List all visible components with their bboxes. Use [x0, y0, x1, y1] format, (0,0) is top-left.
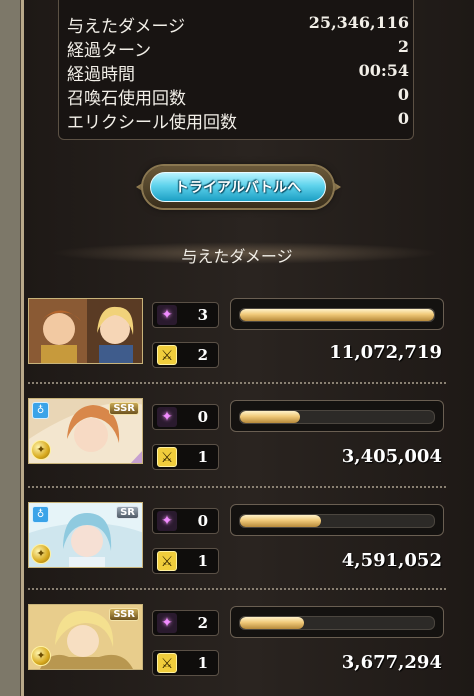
rarity-badge: SSR	[109, 402, 139, 415]
character-portrait: ♁ SR ✦	[28, 502, 143, 568]
stat-value: 2	[397, 37, 409, 56]
row-divider	[28, 588, 446, 590]
skill-sword-icon: ⚔	[157, 447, 177, 467]
coin-icon: ✦	[31, 440, 51, 460]
stat-label: エリクシール使用回数	[67, 113, 237, 133]
ougi-count-value: 0	[197, 408, 208, 426]
trial-battle-button-label: トライアルバトルへ	[150, 172, 326, 202]
stat-label: 経過ターン	[67, 41, 152, 61]
damage-bar	[230, 298, 444, 330]
water-element-icon: ♁	[32, 506, 49, 523]
coin-icon: ✦	[31, 646, 51, 666]
skill-count: ⚔ 1	[152, 444, 219, 470]
ougi-count: ✦ 0	[152, 508, 219, 534]
character-row: ♁ SR ✦ ✦ 0 ⚔ 1 4,591,052	[28, 502, 446, 590]
ougi-count-value: 0	[197, 512, 208, 530]
character-row: SSR ✦ ✦ 2 ⚔ 1 3,677,294	[28, 604, 446, 692]
ougi-star-icon: ✦	[157, 511, 177, 531]
stat-row-damage: 与えたダメージ 25,346,116	[67, 12, 409, 37]
character-damage: 3,405,004	[341, 446, 442, 467]
ougi-star-icon: ✦	[157, 613, 177, 633]
ougi-count-value: 2	[197, 614, 208, 632]
damage-bar-fill	[240, 411, 300, 423]
stat-label: 召喚石使用回数	[67, 89, 186, 109]
damage-bar-fill	[240, 309, 434, 321]
stat-row-elixir-uses: エリクシール使用回数 0	[67, 108, 409, 133]
coin-icon: ✦	[31, 544, 51, 564]
damage-bar	[230, 400, 444, 432]
character-row: ✦ 3 ⚔ 2 11,072,719	[28, 298, 446, 386]
stat-value: 0	[397, 109, 409, 128]
damage-bar	[230, 504, 444, 536]
character-portrait: ♁ SSR ✦	[28, 398, 143, 464]
damage-section-title: 与えたダメージ	[181, 247, 293, 266]
row-divider	[28, 486, 446, 488]
character-damage: 3,677,294	[341, 652, 442, 673]
skill-count: ⚔ 1	[152, 548, 219, 574]
ougi-count: ✦ 0	[152, 404, 219, 430]
ougi-star-icon: ✦	[157, 407, 177, 427]
damage-bar	[230, 606, 444, 638]
stat-value: 00:54	[358, 61, 409, 80]
skill-sword-icon: ⚔	[157, 551, 177, 571]
character-portrait	[28, 298, 143, 364]
water-element-icon: ♁	[32, 402, 49, 419]
row-divider	[28, 382, 446, 384]
stat-row-time: 経過時間 00:54	[67, 60, 409, 85]
ougi-count: ✦ 3	[152, 302, 219, 328]
stat-row-turns: 経過ターン 2	[67, 36, 409, 61]
character-portrait: SSR ✦	[28, 604, 143, 670]
skill-sword-icon: ⚔	[157, 345, 177, 365]
damage-bar-fill	[240, 617, 305, 629]
stat-value: 25,346,116	[308, 13, 409, 32]
ougi-star-icon: ✦	[157, 305, 177, 325]
stat-label: 与えたダメージ	[67, 17, 186, 37]
trial-battle-button[interactable]: トライアルバトルへ	[143, 166, 333, 208]
skill-count-value: 1	[197, 654, 208, 672]
skill-count: ⚔ 1	[152, 650, 219, 676]
skill-sword-icon: ⚔	[157, 653, 177, 673]
skill-count: ⚔ 2	[152, 342, 219, 368]
ougi-count-value: 3	[197, 306, 208, 324]
skill-count-value: 1	[197, 552, 208, 570]
stat-value: 0	[397, 85, 409, 104]
stat-row-summon-uses: 召喚石使用回数 0	[67, 84, 409, 109]
ougi-count: ✦ 2	[152, 610, 219, 636]
battle-stats-panel: 与えたダメージ 25,346,116 経過ターン 2 経過時間 00:54 召喚…	[58, 0, 414, 140]
character-damage: 11,072,719	[329, 342, 442, 363]
rarity-badge: SR	[116, 506, 139, 519]
rarity-badge: SSR	[109, 608, 139, 621]
damage-bar-fill	[240, 515, 321, 527]
skill-count-value: 1	[197, 448, 208, 466]
stat-label: 経過時間	[67, 65, 135, 85]
skill-count-value: 2	[197, 346, 208, 364]
character-row: ♁ SSR ✦ ✦ 0 ⚔ 1 3,405,004	[28, 398, 446, 486]
character-damage: 4,591,052	[341, 550, 442, 571]
